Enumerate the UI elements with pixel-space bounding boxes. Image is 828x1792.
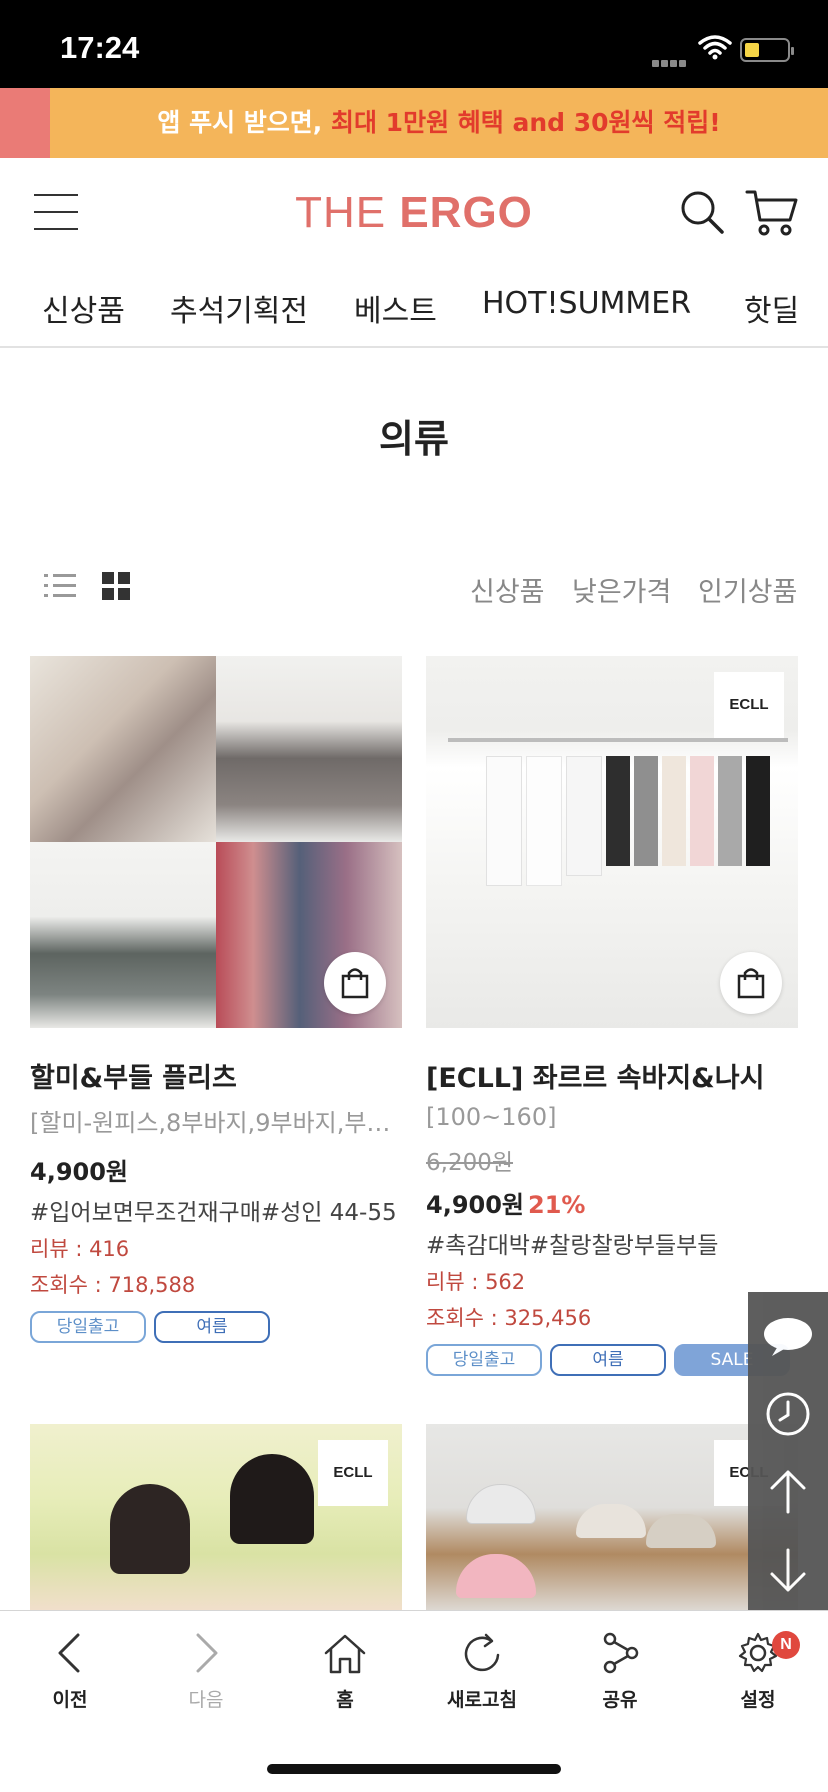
chat-button[interactable] bbox=[748, 1306, 828, 1376]
product-badges: 당일출고 여름 bbox=[30, 1311, 402, 1345]
refresh-label: 새로고침 bbox=[447, 1689, 517, 1711]
share-icon bbox=[603, 1632, 639, 1674]
settings-button[interactable]: N 설정 bbox=[698, 1631, 818, 1712]
review-count: 리뷰 : 416 bbox=[30, 1237, 130, 1261]
category-new[interactable]: 신상품 bbox=[42, 286, 125, 330]
product-card[interactable]: ECLL bbox=[426, 1424, 798, 1610]
scroll-top-button[interactable] bbox=[748, 1462, 828, 1532]
back-button[interactable]: 이전 bbox=[10, 1631, 130, 1712]
add-to-cart-button[interactable] bbox=[720, 952, 782, 1014]
home-icon bbox=[324, 1634, 366, 1674]
chat-icon bbox=[764, 1318, 812, 1356]
status-time: 17:24 bbox=[60, 30, 140, 65]
category-nav: 신상품 추석기획전 베스트 HOT!SUMMER 핫딜 bbox=[0, 268, 828, 348]
refresh-icon bbox=[464, 1633, 500, 1672]
brand-tag: ECLL bbox=[714, 672, 784, 738]
product-image[interactable]: ECLL bbox=[30, 1424, 402, 1610]
sort-popular[interactable]: 인기상품 bbox=[698, 570, 797, 609]
promo-highlight: 최대 1만원 혜택 and 30원씩 적립! bbox=[330, 108, 721, 137]
clock-icon bbox=[766, 1392, 810, 1436]
wifi-icon bbox=[698, 35, 732, 60]
badge-same-day: 당일출고 bbox=[426, 1344, 542, 1376]
recent-viewed-button[interactable] bbox=[748, 1384, 828, 1454]
product-price: 4,900원 bbox=[426, 1191, 524, 1219]
settings-label: 설정 bbox=[740, 1689, 776, 1711]
product-image[interactable] bbox=[30, 656, 402, 1028]
category-hot-summer[interactable]: HOT!SUMMER bbox=[482, 286, 691, 321]
original-price: 6,200원 bbox=[426, 1150, 514, 1176]
cart-icon[interactable] bbox=[744, 186, 800, 238]
notification-badge: N bbox=[772, 1631, 800, 1659]
add-to-cart-button[interactable] bbox=[324, 952, 386, 1014]
product-price: 4,900원 bbox=[30, 1158, 128, 1186]
product-tags: #입어보면무조건재구매#성인 44-55 bbox=[30, 1200, 397, 1226]
status-bar: 17:24 bbox=[0, 0, 828, 88]
scroll-bottom-button[interactable] bbox=[748, 1540, 828, 1610]
brand-tag: ECLL bbox=[318, 1440, 388, 1506]
app-header: THE ERGO bbox=[0, 158, 828, 268]
sort-new[interactable]: 신상품 bbox=[470, 570, 545, 609]
product-subtitle: [100~160] bbox=[426, 1103, 557, 1131]
shopping-bag-icon bbox=[341, 968, 369, 999]
product-card[interactable]: 할미&부들 플리츠 [할미-원피스,8부바지,9부바지,부들-원피스,8부바지]… bbox=[30, 656, 402, 1345]
badge-same-day: 당일출고 bbox=[30, 1311, 146, 1343]
promo-text: 앱 푸시 받으면, bbox=[157, 108, 331, 137]
arrow-up-icon bbox=[770, 1470, 806, 1514]
promo-banner[interactable]: 앱 푸시 받으면, 최대 1만원 혜택 and 30원씩 적립! bbox=[0, 88, 828, 158]
share-button[interactable]: 공유 bbox=[560, 1631, 680, 1712]
chevron-right-icon bbox=[196, 1633, 218, 1673]
home-button[interactable]: 홈 bbox=[285, 1631, 405, 1712]
product-subtitle: [할미-원피스,8부바지,9부바지,부들-원피스,8부바지] bbox=[30, 1109, 402, 1137]
page-title: 의류 bbox=[379, 417, 449, 461]
sort-low-price[interactable]: 낮은가격 bbox=[572, 570, 671, 609]
category-hotdeal[interactable]: 핫딜 bbox=[744, 286, 799, 330]
product-name[interactable]: 할미&부들 플리츠 bbox=[30, 1056, 402, 1095]
review-count: 리뷰 : 562 bbox=[426, 1270, 526, 1294]
category-best[interactable]: 베스트 bbox=[354, 286, 437, 330]
shopping-bag-icon bbox=[737, 968, 765, 999]
share-label: 공유 bbox=[602, 1689, 638, 1711]
view-count: 조회수 : 325,456 bbox=[426, 1306, 592, 1330]
chevron-left-icon bbox=[58, 1633, 80, 1673]
home-label: 홈 bbox=[336, 1689, 354, 1711]
badge-summer: 여름 bbox=[154, 1311, 270, 1343]
product-badges: 당일출고 여름 SALE bbox=[426, 1344, 798, 1378]
product-tags: #촉감대박#찰랑찰랑부들부들 bbox=[426, 1233, 719, 1259]
view-count: 조회수 : 718,588 bbox=[30, 1273, 196, 1297]
battery-icon bbox=[740, 38, 794, 62]
home-indicator[interactable] bbox=[267, 1764, 561, 1774]
list-view-icon[interactable] bbox=[44, 572, 76, 600]
cellular-signal-icon bbox=[652, 52, 690, 67]
category-chuseok[interactable]: 추석기획전 bbox=[170, 286, 308, 330]
floating-toolbar bbox=[748, 1292, 828, 1612]
forward-label: 다음 bbox=[188, 1689, 224, 1711]
product-card[interactable]: ECLL bbox=[30, 1424, 402, 1610]
forward-button[interactable]: 다음 bbox=[146, 1631, 266, 1712]
refresh-button[interactable]: 새로고침 bbox=[422, 1631, 542, 1712]
product-image[interactable]: ECLL bbox=[426, 656, 798, 1028]
search-icon[interactable] bbox=[678, 188, 726, 236]
promo-accent bbox=[0, 88, 50, 158]
product-name[interactable]: [ECLL] 좌르르 속바지&나시 bbox=[426, 1056, 798, 1095]
back-label: 이전 bbox=[52, 1689, 88, 1711]
discount-rate: 21% bbox=[528, 1191, 586, 1219]
product-card[interactable]: ECLL [ECLL] 좌르르 속바지&나시 [100~160] 6,200원 … bbox=[426, 656, 798, 1378]
product-image[interactable]: ECLL bbox=[426, 1424, 798, 1610]
badge-summer: 여름 bbox=[550, 1344, 666, 1376]
arrow-down-icon bbox=[770, 1548, 806, 1592]
grid-view-icon[interactable] bbox=[102, 572, 130, 600]
